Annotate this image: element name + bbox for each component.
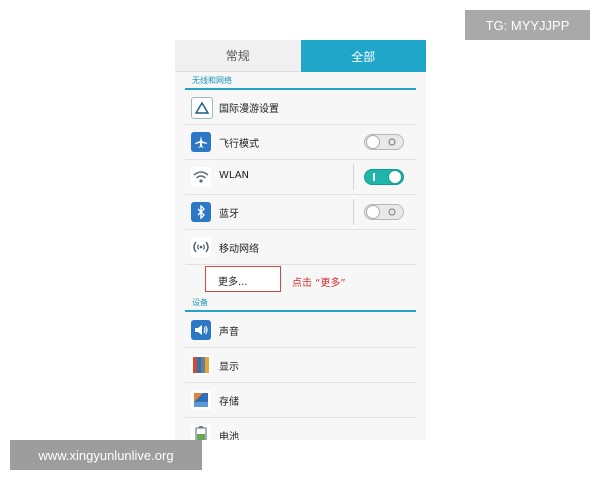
roaming-triangle-icon	[191, 97, 213, 119]
settings-screen: 常规 全部 无线和网络 国际漫游设置 飞行模式 WLAN 蓝牙 移动网络 设备 …	[175, 40, 426, 440]
settings-item-storage[interactable]: 存储	[185, 383, 416, 418]
settings-item-label: WLAN	[219, 170, 250, 181]
speaker-icon	[191, 320, 211, 340]
wifi-icon	[191, 167, 211, 187]
mobile-network-icon	[191, 237, 211, 257]
settings-item-label: 蓝牙	[219, 209, 239, 220]
settings-item-airplane-mode[interactable]: 飞行模式	[185, 125, 416, 160]
toggle-knob	[388, 170, 402, 184]
display-icon	[191, 355, 211, 375]
airplane-icon	[191, 132, 211, 152]
settings-item-label: 声音	[219, 327, 239, 338]
annotation-text: 点击 “更多”	[292, 278, 346, 289]
settings-item-label: 移动网络	[219, 244, 259, 255]
toggle-off-indicator	[388, 138, 396, 146]
toggle-knob	[366, 135, 380, 149]
section-device-header: 设备	[175, 296, 426, 312]
battery-icon	[191, 425, 211, 440]
section-device-label: 设备	[192, 298, 208, 307]
toggle-on-indicator	[373, 173, 375, 181]
settings-item-label: 电池	[219, 432, 239, 440]
settings-item-display[interactable]: 显示	[185, 348, 416, 383]
wlan-toggle[interactable]	[364, 169, 404, 185]
section-divider	[185, 310, 416, 312]
settings-item-bluetooth[interactable]: 蓝牙	[185, 195, 416, 230]
toggle-separator	[353, 199, 354, 225]
settings-item-label: 显示	[219, 362, 239, 373]
tab-all[interactable]: 全部	[300, 40, 426, 72]
bluetooth-toggle[interactable]	[364, 204, 404, 220]
storage-icon	[191, 390, 211, 410]
settings-item-sound[interactable]: 声音	[185, 313, 416, 348]
settings-item-label: 存储	[219, 397, 239, 408]
tab-bar: 常规 全部	[175, 40, 426, 72]
tab-general[interactable]: 常规	[175, 40, 301, 72]
watermark-bottom: www.xingyunlunlive.org	[10, 440, 202, 470]
settings-item-battery[interactable]: 电池	[185, 418, 416, 440]
watermark-top: TG: MYYJJPP	[465, 10, 590, 40]
settings-item-mobile-network[interactable]: 移动网络	[185, 230, 416, 265]
section-wireless-header: 无线和网络	[175, 74, 426, 90]
toggle-off-indicator	[388, 208, 396, 216]
airplane-mode-toggle[interactable]	[364, 134, 404, 150]
toggle-knob	[366, 205, 380, 219]
settings-item-roaming[interactable]: 国际漫游设置	[185, 90, 416, 125]
settings-item-label: 国际漫游设置	[219, 104, 279, 115]
section-wireless-label: 无线和网络	[192, 76, 232, 85]
more-button-highlight[interactable]: 更多...	[205, 266, 281, 292]
bluetooth-icon	[191, 202, 211, 222]
settings-item-label: 飞行模式	[219, 139, 259, 150]
settings-item-wlan[interactable]: WLAN	[185, 160, 416, 195]
more-button-label: 更多...	[218, 277, 248, 288]
toggle-separator	[353, 164, 354, 190]
